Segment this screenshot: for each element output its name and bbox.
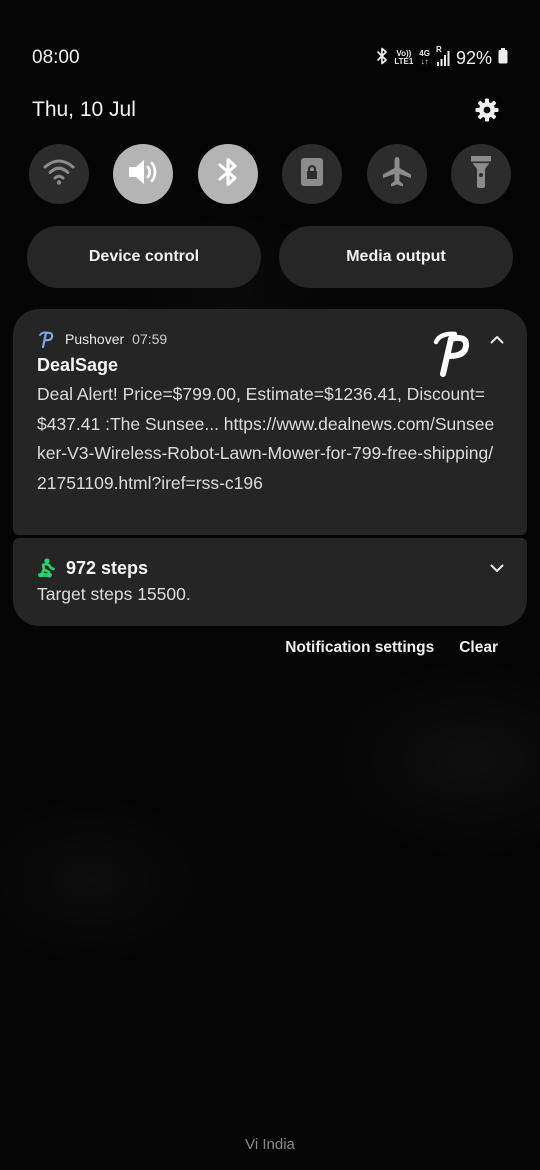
volte-bottom: LTE1 (394, 57, 414, 66)
bluetooth-icon (217, 156, 239, 193)
screen-lock-icon (299, 157, 325, 192)
airplane-mode-tile[interactable] (366, 144, 427, 204)
roaming-indicator: R (435, 45, 442, 54)
notification-actions: Notification settings Clear (285, 639, 498, 657)
device-control-button[interactable]: Device control (27, 226, 261, 288)
walking-icon (37, 558, 57, 578)
control-pills: Device control Media output (27, 226, 513, 288)
sound-tile[interactable] (113, 144, 174, 204)
media-output-button[interactable]: Media output (279, 226, 513, 288)
bluetooth-tile[interactable] (197, 144, 258, 204)
battery-icon (498, 47, 508, 69)
wifi-icon (42, 158, 76, 191)
battery-percent: 92% (455, 47, 492, 68)
notification-settings-button[interactable]: Notification settings (285, 639, 434, 657)
date-row: Thu, 10 Jul (32, 94, 500, 126)
flashlight-tile[interactable] (450, 144, 511, 204)
flashlight-icon (468, 155, 494, 194)
app-name: Pushover (65, 331, 125, 347)
pushover-icon (37, 330, 55, 348)
status-bar: 08:00 Vo)) LTE1 4G ↓↑ R 92% (32, 44, 508, 72)
screen-lock-tile[interactable] (282, 144, 343, 204)
date-label: Thu, 10 Jul (32, 98, 136, 121)
chevron-down-icon[interactable] (489, 560, 505, 576)
gear-icon[interactable] (474, 97, 500, 123)
status-time: 08:00 (32, 47, 80, 68)
steps-body: Target steps 15500. (37, 584, 191, 604)
airplane-icon (380, 155, 414, 194)
signal-icon: R (435, 45, 450, 67)
data-activity: ↓↑ (420, 57, 429, 66)
steps-title: 972 steps (66, 557, 149, 578)
notification-shade: 08:00 Vo)) LTE1 4G ↓↑ R 92% Thu, 10 Jul … (0, 0, 540, 1170)
quick-settings-tiles (29, 144, 511, 204)
pushover-notification[interactable]: Pushover 07:59 DealSage Deal Alert! Pric… (13, 309, 527, 535)
sound-icon (126, 157, 160, 192)
chevron-up-icon[interactable] (489, 331, 505, 347)
volte-indicator: Vo)) LTE1 (394, 50, 413, 66)
steps-notification[interactable]: 972 steps Target steps 15500. (13, 538, 527, 626)
status-icons: Vo)) LTE1 4G ↓↑ R 92% (376, 45, 508, 70)
notification-list: Pushover 07:59 DealSage Deal Alert! Pric… (13, 309, 527, 626)
wifi-tile[interactable] (29, 144, 89, 204)
pushover-logo-icon (433, 327, 471, 377)
notification-time: 07:59 (132, 331, 168, 347)
network-type-indicator: 4G ↓↑ (419, 50, 430, 66)
bluetooth-icon (376, 47, 388, 70)
steps-header: 972 steps (37, 556, 503, 580)
clear-button[interactable]: Clear (459, 639, 498, 657)
notification-body: Deal Alert! Price=$799.00, Estimate=$123… (37, 384, 495, 493)
carrier-label: Vi India (245, 1136, 295, 1153)
